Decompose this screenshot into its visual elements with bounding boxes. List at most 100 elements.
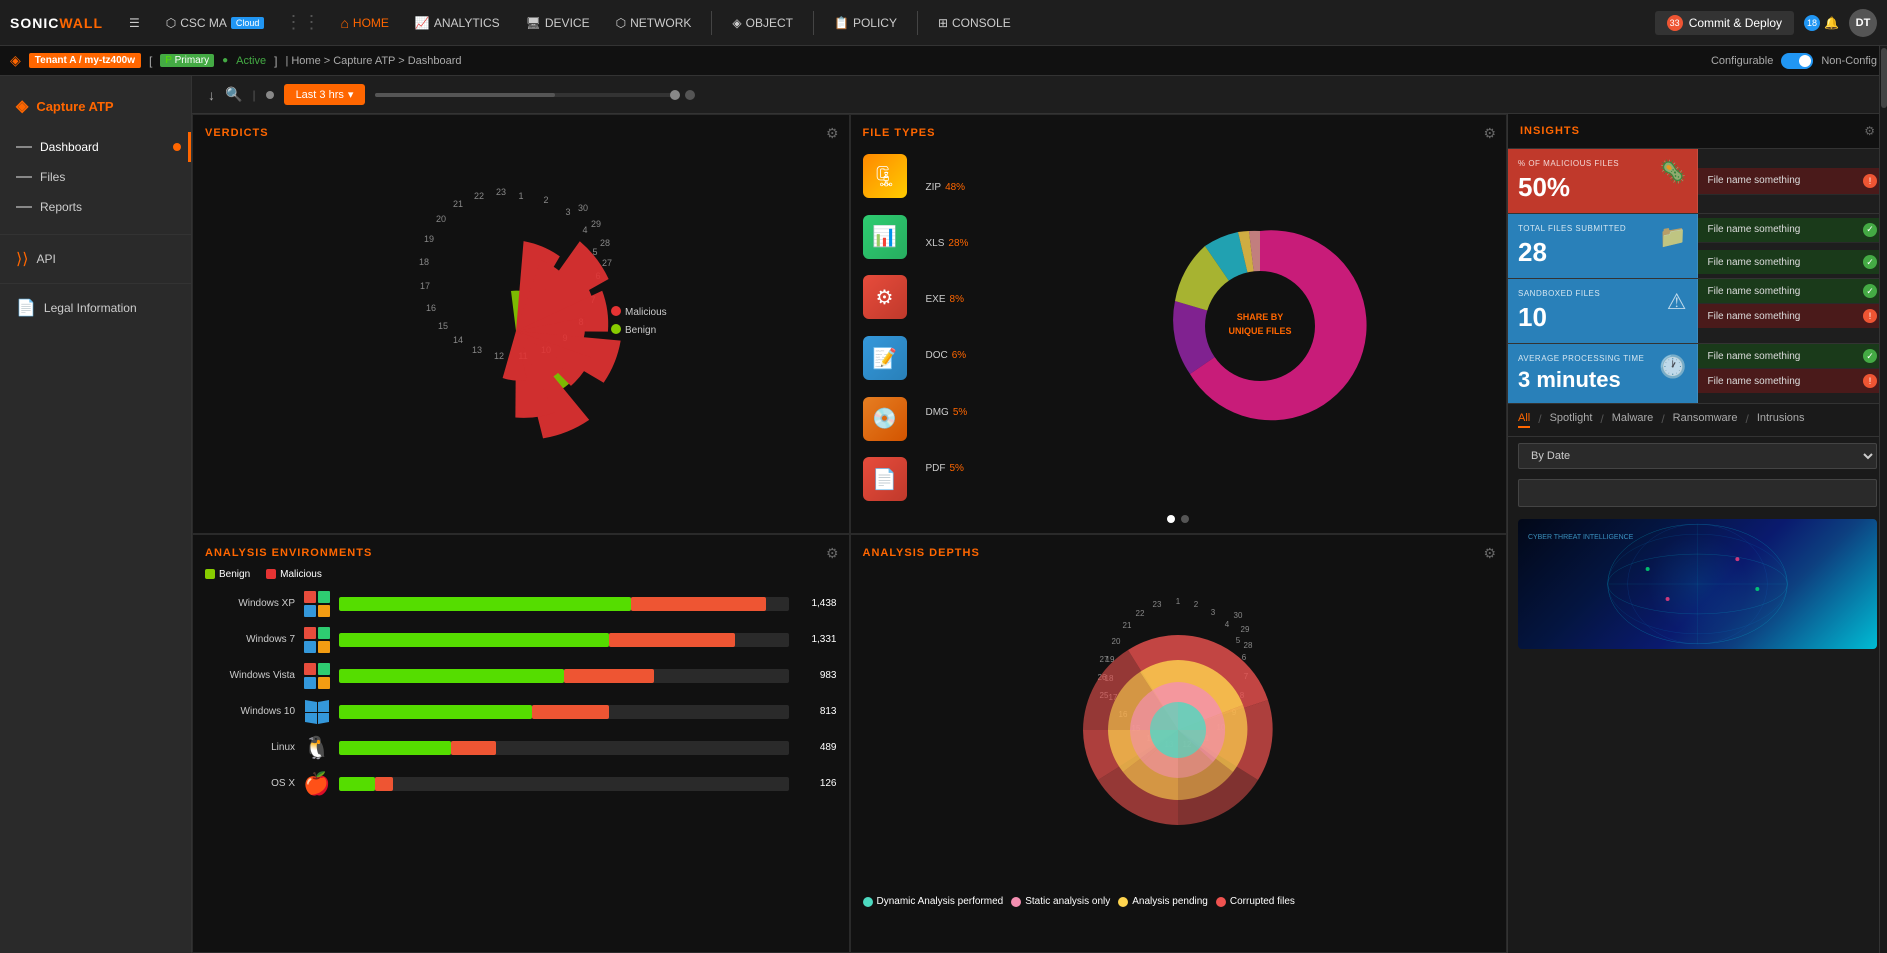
env-gear-icon[interactable]: ⚙: [826, 545, 839, 562]
svg-text:16: 16: [426, 303, 436, 313]
insights-search-area: [1508, 475, 1887, 511]
winvista-label: Windows Vista: [205, 670, 295, 681]
svg-text:1: 1: [1176, 597, 1181, 606]
primary-dot: P: [165, 55, 172, 66]
non-config-label: Non-Config: [1821, 55, 1877, 67]
sidebar-nav-items: Dashboard Files Reports: [0, 126, 191, 228]
user-avatar[interactable]: DT: [1849, 9, 1877, 37]
insights-gear-icon[interactable]: ⚙: [1864, 124, 1875, 138]
sidebar-files-label: Files: [40, 170, 65, 184]
verdicts-gear-icon[interactable]: ⚙: [826, 125, 839, 142]
file-item-4[interactable]: File name something !: [1698, 304, 1887, 328]
divider-3: [917, 11, 918, 35]
svg-text:4: 4: [1225, 620, 1230, 629]
file-types-dot-nav[interactable]: [1167, 515, 1189, 523]
winxp-icon: [303, 590, 331, 618]
policy-icon: 📋: [834, 16, 849, 30]
nav-policy-btn[interactable]: 📋 POLICY: [824, 12, 907, 34]
by-date-select[interactable]: By Date By Name By Type: [1518, 443, 1877, 469]
analytics-icon: 📈: [415, 16, 430, 30]
win10-red-bar: [532, 705, 608, 719]
active-dot: ●: [222, 55, 228, 66]
nav-analytics-btn[interactable]: 📈 ANALYTICS: [405, 12, 510, 34]
time-range-btn[interactable]: Last 3 hrs ▾: [284, 84, 366, 105]
file-item-1[interactable]: File name something ✓: [1698, 218, 1887, 243]
svg-text:20: 20: [436, 214, 446, 224]
config-toggle[interactable]: [1781, 53, 1813, 69]
svg-text:27: 27: [1100, 655, 1109, 664]
svg-text:29: 29: [1241, 625, 1250, 634]
notification-area[interactable]: 18 🔔: [1804, 15, 1839, 31]
sidebar-item-reports[interactable]: Reports: [0, 192, 191, 222]
tenant-badge: Tenant A / my-tz400w: [29, 53, 141, 68]
download-icon[interactable]: ↓: [208, 87, 215, 103]
file-list-col-3: File name something ✓ File name somethin…: [1698, 279, 1887, 343]
nav-object-btn[interactable]: ◈ OBJECT: [722, 12, 803, 34]
svg-text:3: 3: [565, 207, 570, 217]
file-types-gear-icon[interactable]: ⚙: [1483, 125, 1496, 142]
file-types-content: 🗜 📊 ⚙ 📝 💿 📄 ZIP48%: [863, 149, 1495, 507]
file-name-5: File name something: [1708, 351, 1864, 362]
file-list-col-4: File name something ✓ File name somethin…: [1698, 344, 1887, 403]
insights-search-bar[interactable]: [1518, 479, 1877, 507]
sidebar-item-api[interactable]: ⟩⟩ API: [0, 241, 191, 277]
nav-console-btn[interactable]: ⊞ CONSOLE: [928, 12, 1021, 34]
file-item-2[interactable]: File name something ✓: [1698, 250, 1887, 274]
svg-text:Malicious: Malicious: [625, 307, 667, 318]
insights-filter-tabs: All / Spotlight / Malware / Ransomware /…: [1508, 404, 1887, 437]
nav-network-btn[interactable]: ⬡ NETWORK: [606, 12, 702, 34]
svg-text:18: 18: [419, 257, 429, 267]
depths-gear-icon[interactable]: ⚙: [1483, 545, 1496, 562]
win7-icon: [303, 626, 331, 654]
commit-deploy-btn[interactable]: 33 Commit & Deploy: [1655, 11, 1794, 35]
submitted-stat-icon: 📁: [1659, 224, 1686, 250]
file-name-3: File name something: [1708, 286, 1864, 297]
insights-scrollbar[interactable]: [1879, 114, 1887, 953]
file-item-5[interactable]: File name something ✓: [1698, 344, 1887, 369]
filter-ransomware[interactable]: Ransomware: [1673, 412, 1738, 428]
nav-home-btn[interactable]: ⌂ HOME: [330, 11, 398, 35]
win7-label: Windows 7: [205, 634, 295, 645]
env-row-winxp: Windows XP 1,438: [205, 590, 837, 618]
corrupted-color: [1216, 897, 1226, 907]
svg-text:22: 22: [1136, 609, 1145, 618]
search-icon[interactable]: 🔍: [225, 86, 242, 103]
sidebar-item-dashboard[interactable]: Dashboard: [0, 132, 191, 162]
svg-text:28: 28: [600, 238, 610, 248]
time-label: Last 3 hrs: [296, 89, 344, 101]
dot-nav-1[interactable]: [1167, 515, 1175, 523]
pending-color: [1118, 897, 1128, 907]
sidebar-capture-atp[interactable]: ◈ Capture ATP: [0, 86, 191, 126]
linux-label: Linux: [205, 742, 295, 753]
primary-label: Primary: [175, 55, 209, 66]
svg-text:Benign: Benign: [625, 325, 656, 336]
sidebar-item-files[interactable]: Files: [0, 162, 191, 192]
file-item-3[interactable]: File name something ✓: [1698, 279, 1887, 304]
toggle-knob: [1799, 55, 1811, 67]
filter-intrusions[interactable]: Intrusions: [1757, 412, 1805, 428]
dot-nav-2[interactable]: [1181, 515, 1189, 523]
nav-csc-btn[interactable]: ⬡ CSC MA Cloud: [156, 12, 275, 34]
filter-all[interactable]: All: [1518, 412, 1530, 428]
pdf-icon: 📄: [863, 457, 907, 501]
env-row-winvista: Windows Vista 983: [205, 662, 837, 690]
doc-icon: 📝: [863, 336, 907, 380]
file-item-6[interactable]: File name something !: [1698, 369, 1887, 393]
win10-value: 813: [797, 706, 837, 717]
filter-malware[interactable]: Malware: [1612, 412, 1654, 428]
filter-spotlight[interactable]: Spotlight: [1550, 412, 1593, 428]
osx-red-bar: [375, 777, 393, 791]
benign-legend: Benign: [205, 569, 250, 580]
insights-stats-row2: TOTAL FILES SUBMITTED 28 📁 File name som…: [1508, 214, 1887, 279]
tenant-label: Tenant A: [35, 55, 76, 66]
win10-bar: [339, 705, 789, 719]
winxp-red-bar: [631, 597, 766, 611]
static-label: Static analysis only: [1025, 896, 1110, 907]
pending-label: Analysis pending: [1132, 896, 1208, 907]
nav-menu-btn[interactable]: ☰: [119, 12, 150, 34]
dots-divider: ⋮⋮: [280, 12, 324, 33]
sidebar-item-legal[interactable]: 📄 Legal Information: [0, 290, 191, 326]
benign-label: Benign: [219, 569, 250, 580]
file-item-0[interactable]: File name something !: [1698, 168, 1887, 195]
nav-device-btn[interactable]: 🖥 DEVICE: [516, 12, 600, 34]
